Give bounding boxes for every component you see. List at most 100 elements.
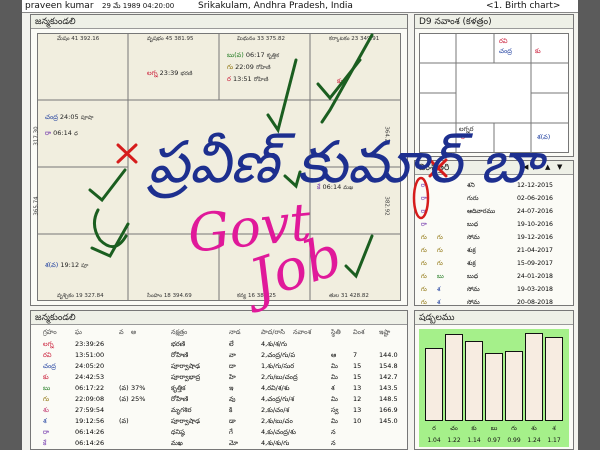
table-cell: 2,చంద్ర/గు/ప <box>261 351 296 359</box>
table-cell: 145.0 <box>379 417 398 425</box>
table-cell: 4,కు/చంద్ర/శు <box>261 428 296 436</box>
side-value-3: 364.21 <box>383 126 390 146</box>
table-cell: 4,శు/శు/గు <box>261 439 290 447</box>
dasha-next-button[interactable]: ▶ <box>533 163 538 171</box>
table-cell: బు <box>43 384 51 392</box>
shadbala-bar-value: 1.14 <box>467 437 481 444</box>
table-row[interactable]: రా 06:14:26 ధనిష్ఠ గే 4,కు/చంద్ర/శు న <box>35 427 403 438</box>
table-cell: రవి <box>43 351 52 359</box>
table-row[interactable]: కు 24:42:53 పూర్వాభాద్ర హి 2,గు/బు/చంద్ర మి 15… <box>35 372 403 383</box>
sign-vrishabha-values: వృషభం 45 381.95 <box>147 36 194 42</box>
table-cell: శ <box>43 417 47 425</box>
table-cell: భరణి <box>171 340 186 348</box>
list-item[interactable]: గు శ సోమ 20-08-2018 <box>417 296 571 309</box>
table-header: గ్రహం ఘ వ అ నక్షత్రం నాడ పాద/రాసి నవాంశ … <box>43 328 391 336</box>
navamsa-grid[interactable]: రవి చంద్ర కు ర లగ్నర శ(వ) <box>419 33 569 153</box>
shadbala-bar-value: 0.97 <box>487 437 501 444</box>
sign-vrischika-values: వృశ్చికం 19 327.84 <box>57 293 104 299</box>
navamsa-planet-kuja: కు <box>535 47 541 55</box>
table-cell: వా <box>229 351 236 359</box>
list-item[interactable]: గు శ సోమ 19-03-2018 <box>417 283 571 296</box>
header-bar: praveen kumar 29 మే 1989 04:20:00 Srikak… <box>22 0 578 13</box>
rasi-chart-title: జన్మకుండలి <box>31 15 407 29</box>
planet-kuja: కు <box>337 77 343 85</box>
table-cell: స్వ <box>331 406 339 414</box>
table-cell: (వ) <box>119 395 129 403</box>
dasha-down-button[interactable]: ▼ <box>557 163 562 171</box>
shadbala-chart: ర 1.04 చం 1.22 కు 1.14 బు 0.97 గు 0.99 శు 1.24 శ 1.17 <box>419 329 569 447</box>
table-cell: (వ) <box>119 417 129 425</box>
sign-mesha-values: మేషం 41 392.16 <box>57 36 100 42</box>
table-cell: 12 <box>353 395 362 403</box>
table-row[interactable]: రవి 13:51:00 రోహిణి వా 2,చంద్ర/గు/ప ఆ 7 144.0 <box>35 350 403 361</box>
navamsa-planet-shani: శ(వ) <box>537 133 551 141</box>
table-row[interactable]: కే 06:14:26 మఖ మో 4,శు/శు/గు న <box>35 438 403 449</box>
planet-shani: శ(వ) 19:12 పూ <box>45 261 89 269</box>
table-cell: 143.5 <box>379 384 398 392</box>
table-cell: మి <box>331 373 338 381</box>
table-cell: 25% <box>131 395 146 403</box>
shadbala-bar-label: బు <box>490 425 498 432</box>
table-cell: 24:42:53 <box>75 373 105 381</box>
table-row[interactable]: శు 27:59:54 మృగశిర కి 2,కు/చం/శ స్వ 13 166.9 <box>35 405 403 416</box>
dasha-panel: వింశోత్తరి ◀ ▶ ▲ ▼ రా శని 12-12-2015 రా గుర… <box>414 160 574 306</box>
shadbala-bar-label: గు <box>511 425 517 432</box>
table-cell: 06:14:26 <box>75 439 105 447</box>
list-item[interactable]: రా బుధ 19-10-2016 <box>417 218 571 231</box>
shadbala-bar-label: చం <box>450 425 458 432</box>
table-row[interactable]: బు 06:17:22 (వ) 37% కృత్తిక ఇ 4,రవి/శ/శు శ 13 143… <box>35 383 403 394</box>
table-cell: దా <box>229 362 236 370</box>
table-cell: గు <box>43 395 50 403</box>
table-cell: లగ్న <box>43 340 54 348</box>
list-item[interactable]: గు గు శుక్ర 21-04-2017 <box>417 244 571 257</box>
table-cell: 4,చంద్ర/గు/శ <box>261 395 295 403</box>
table-cell: ఆ <box>331 351 337 359</box>
sign-mithuna-values: మిథునం 33 375.82 <box>237 36 286 42</box>
table-row[interactable]: శ 19:12:56 (వ) పూర్వాషాఢ డా 2,శు/బు/చం మి 10 145… <box>35 416 403 427</box>
table-cell: శు <box>43 406 49 414</box>
list-item[interactable]: గు గు సోమ 19-12-2016 <box>417 231 571 244</box>
table-cell: 15 <box>353 362 362 370</box>
table-cell: లే <box>229 340 234 348</box>
table-cell: 27:59:54 <box>75 406 105 414</box>
table-row[interactable]: గు 22:09:08 (వ) 25% రోహిణి వు 4,చంద్ర/గు/శ మి 12… <box>35 394 403 405</box>
list-item[interactable]: రా ఆదివారము 24-07-2016 <box>417 205 571 218</box>
table-cell: ధనిష్ఠ <box>171 428 185 436</box>
planet-ketu: కే 06:14 మఖ <box>317 183 354 191</box>
dasha-up-button[interactable]: ▲ <box>545 163 550 171</box>
table-cell: 1,శు/గు/సుర <box>261 362 295 370</box>
table-cell: 06:17:22 <box>75 384 105 392</box>
table-cell: 22:09:08 <box>75 395 105 403</box>
planet-guru: గు 22:09 రోహిణి <box>227 63 271 71</box>
shadbala-bar <box>445 334 463 421</box>
dasha-prev-button[interactable]: ◀ <box>523 163 528 171</box>
birth-datetime: 29 మే 1989 04:20:00 <box>102 2 175 10</box>
table-cell: రోహిణి <box>171 351 189 359</box>
chart-selector[interactable]: <1. Birth chart> <box>486 0 560 13</box>
table-row[interactable]: చంద్ర 24:05:20 పూర్వాషాఢ దా 1,శు/గు/సుర మి 15 1… <box>35 361 403 372</box>
table-cell: 142.7 <box>379 373 398 381</box>
table-cell: 37% <box>131 384 146 392</box>
shadbala-bar <box>545 337 563 421</box>
list-item[interactable]: రా శని 12-12-2015 <box>417 179 571 192</box>
table-cell: పూర్వాషాఢ <box>171 362 201 370</box>
table-cell: 13 <box>353 384 362 392</box>
table-cell: కు <box>43 373 49 381</box>
rasi-chart-panel: జన్మకుండలి మేషం 41 392.16 వృషభం 45 381.9… <box>30 14 408 306</box>
shadbala-bar-value: 1.24 <box>527 437 541 444</box>
list-item[interactable]: రా గురు 02-06-2016 <box>417 192 571 205</box>
list-item[interactable]: గు బు బుధ 24-01-2018 <box>417 270 571 283</box>
list-item[interactable]: గు గు శుక్ర 15-09-2017 <box>417 257 571 270</box>
shadbala-bar-label: ర <box>432 425 436 432</box>
table-cell: 2,శు/బు/చం <box>261 417 293 425</box>
table-cell: 148.5 <box>379 395 398 403</box>
table-cell: రోహిణి <box>171 395 189 403</box>
dasha-list: రా శని 12-12-2015 రా గురు 02-06-2016 రా ఆదివా… <box>415 179 573 306</box>
rasi-chart-grid[interactable]: మేషం 41 392.16 వృషభం 45 381.95 మిథునం 33… <box>34 33 401 301</box>
shadbala-bar <box>485 353 503 421</box>
table-cell: మో <box>229 439 238 447</box>
table-cell: గే <box>229 428 233 436</box>
table-cell: ఇ <box>229 384 234 392</box>
table-row[interactable]: లగ్న 23:39:26 భరణి లే 4,శు/శ/గు <box>35 339 403 350</box>
table-cell: 13:51:00 <box>75 351 105 359</box>
